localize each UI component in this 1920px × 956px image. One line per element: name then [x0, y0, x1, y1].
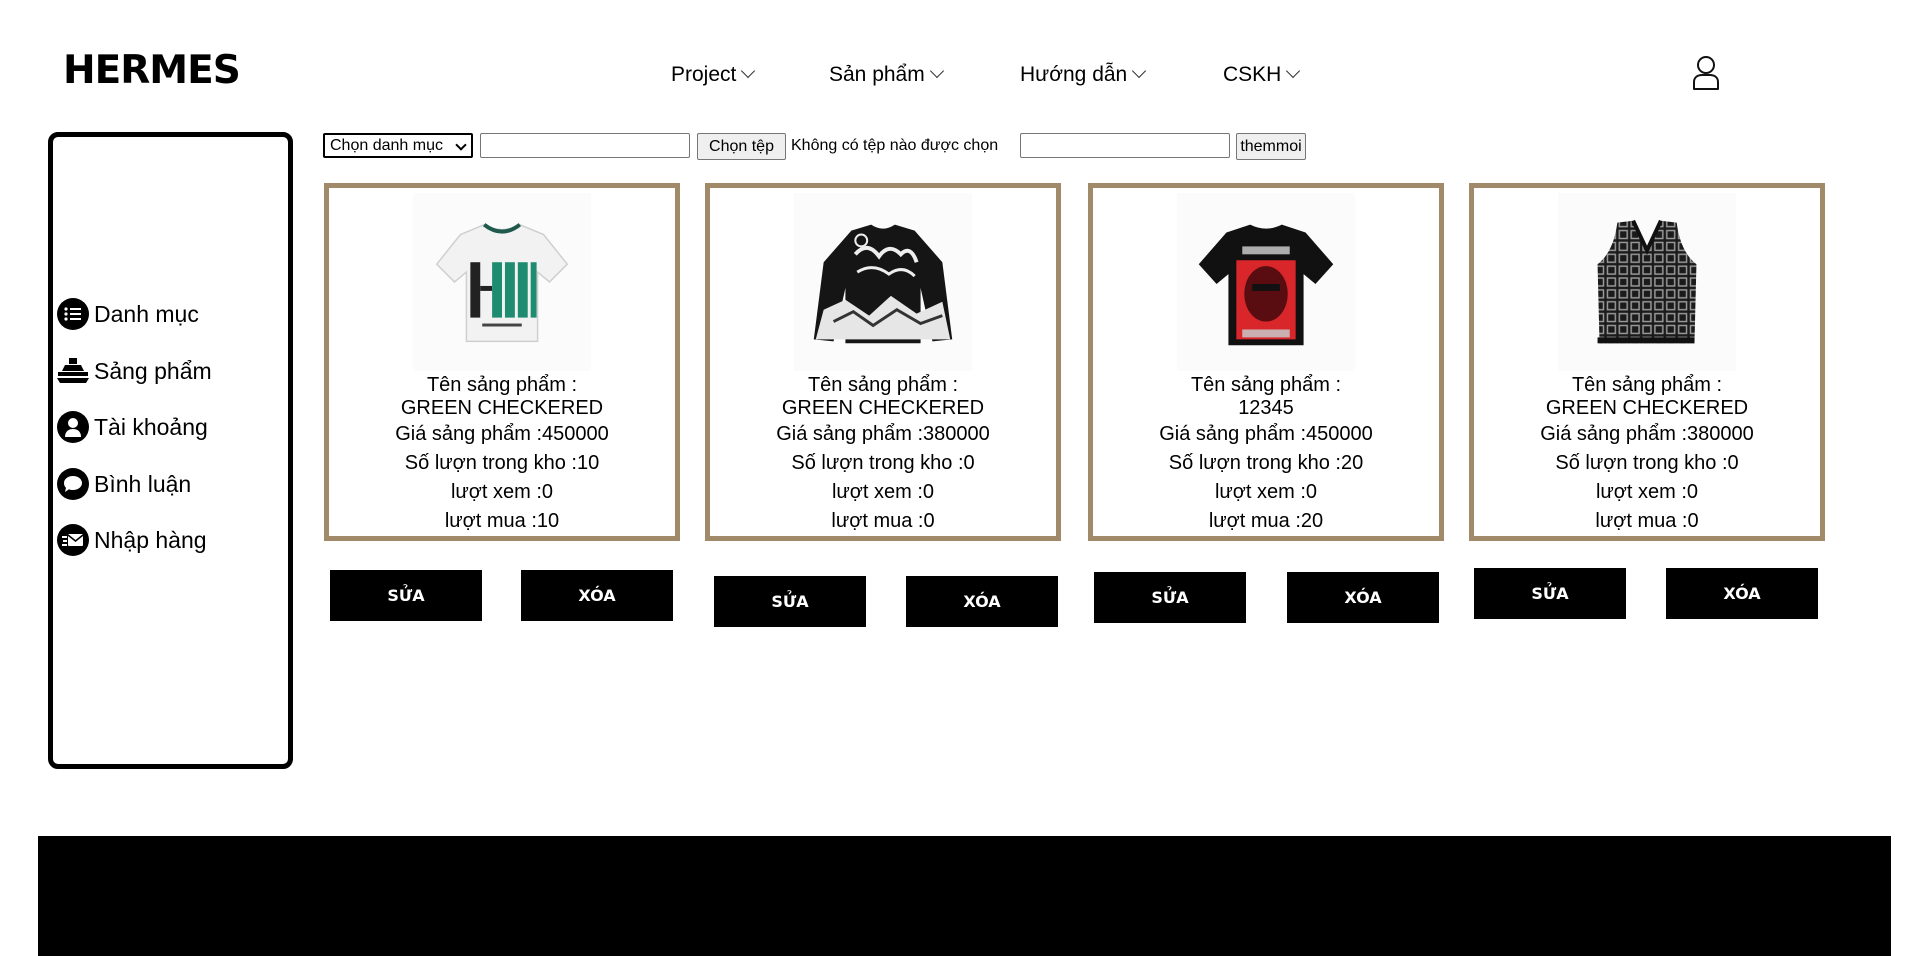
edit-button[interactable]: SỬA [1474, 568, 1626, 619]
delete-button[interactable]: XÓA [906, 576, 1058, 627]
category-select-value: Chọn danh mục [330, 137, 443, 154]
product-image [413, 193, 591, 371]
product-name-label: Tên sảng phẩm : [1571, 374, 1723, 396]
product-name-label: Tên sảng phẩm : [426, 374, 578, 396]
sidebar-item-category[interactable]: Danh mục [57, 297, 199, 331]
nav-project[interactable]: Project [671, 60, 756, 90]
chevron-down-icon [741, 63, 756, 79]
product-image [794, 193, 972, 371]
chevron-down-icon [929, 63, 944, 79]
nav-products[interactable]: Sản phẩm [829, 60, 944, 90]
edit-button[interactable]: SỬA [330, 570, 482, 621]
product-price: Giá sảng phẩm :450000 [395, 423, 609, 445]
sidebar-item-label: Sảng phẩm [94, 357, 212, 384]
product-price: Giá sảng phẩm :450000 [1159, 423, 1373, 445]
product-purchases: lượt mua :10 [444, 510, 560, 532]
product-image [1177, 193, 1355, 371]
sidebar-item-products[interactable]: Sảng phẩm [57, 354, 212, 388]
chevron-down-icon [455, 139, 467, 151]
nav-customer-care[interactable]: CSKH [1223, 60, 1301, 90]
list-icon [57, 298, 89, 330]
admin-sidebar: Danh mục Sảng phẩm Tài khoảng Bình luận … [48, 132, 293, 769]
sidebar-item-label: Danh mục [94, 300, 199, 327]
edit-button[interactable]: SỬA [714, 576, 866, 627]
nav-label: Hướng dẫn [1020, 63, 1128, 86]
sidebar-item-comments[interactable]: Bình luận [57, 467, 191, 501]
sidebar-item-label: Bình luận [94, 470, 192, 497]
chevron-down-icon [1132, 63, 1147, 79]
product-card: Tên sảng phẩm : GREEN CHECKERED Giá sảng… [1469, 183, 1825, 541]
product-card: Tên sảng phẩm : GREEN CHECKERED Giá sảng… [324, 183, 680, 541]
product-card: Tên sảng phẩm : 12345 Giá sảng phẩm :450… [1088, 183, 1444, 541]
comment-icon [57, 468, 89, 500]
product-card: Tên sảng phẩm : GREEN CHECKERED Giá sảng… [705, 183, 1061, 541]
product-name: GREEN CHECKERED [400, 397, 604, 419]
import-icon [57, 524, 89, 556]
product-price: Giá sảng phẩm :380000 [1540, 423, 1754, 445]
product-purchases: lượt mua :0 [831, 510, 935, 532]
account-icon [57, 411, 89, 443]
delete-button[interactable]: XÓA [1666, 568, 1818, 619]
file-status-text: Không có tệp nào được chọn [791, 137, 999, 154]
product-image [1558, 193, 1736, 371]
choose-file-button[interactable]: Chọn tệp [697, 133, 786, 160]
product-price: Giá sảng phẩm :380000 [776, 423, 990, 445]
product-stock: Số lượn trong kho :0 [791, 452, 975, 474]
product-price-input[interactable] [1020, 133, 1230, 158]
footer [38, 836, 1891, 956]
user-icon[interactable] [1691, 55, 1721, 91]
product-views: lượt xem :0 [1214, 481, 1318, 503]
sidebar-item-label: Tài khoảng [94, 413, 208, 440]
product-icon [57, 355, 89, 387]
nav-label: Project [671, 63, 737, 86]
product-views: lượt xem :0 [1595, 481, 1699, 503]
sidebar-item-import[interactable]: Nhập hàng [57, 523, 207, 557]
product-views: lượt xem :0 [831, 481, 935, 503]
chevron-down-icon [1286, 63, 1301, 79]
delete-button[interactable]: XÓA [521, 570, 673, 621]
product-name-input[interactable] [480, 133, 690, 158]
product-name-label: Tên sảng phẩm : [807, 374, 959, 396]
product-purchases: lượt mua :0 [1595, 510, 1699, 532]
product-views: lượt xem :0 [450, 481, 554, 503]
product-stock: Số lượn trong kho :10 [404, 452, 600, 474]
product-stock: Số lượn trong kho :0 [1555, 452, 1739, 474]
logo[interactable]: HERMES [63, 48, 241, 94]
category-select[interactable]: Chọn danh mục [323, 133, 473, 158]
product-name: GREEN CHECKERED [1545, 397, 1749, 419]
edit-button[interactable]: SỬA [1094, 572, 1246, 623]
product-name-label: Tên sảng phẩm : [1190, 374, 1342, 396]
sidebar-item-label: Nhập hàng [94, 526, 207, 553]
product-name: GREEN CHECKERED [781, 397, 985, 419]
nav-guide[interactable]: Hướng dẫn [1020, 60, 1147, 90]
nav-label: CSKH [1223, 63, 1282, 86]
sidebar-item-account[interactable]: Tài khoảng [57, 410, 208, 444]
product-purchases: lượt mua :20 [1208, 510, 1324, 532]
product-stock: Số lượn trong kho :20 [1168, 452, 1364, 474]
delete-button[interactable]: XÓA [1287, 572, 1439, 623]
add-new-button[interactable]: themmoi [1236, 133, 1306, 160]
product-name: 12345 [1238, 397, 1294, 419]
nav-label: Sản phẩm [829, 63, 925, 86]
